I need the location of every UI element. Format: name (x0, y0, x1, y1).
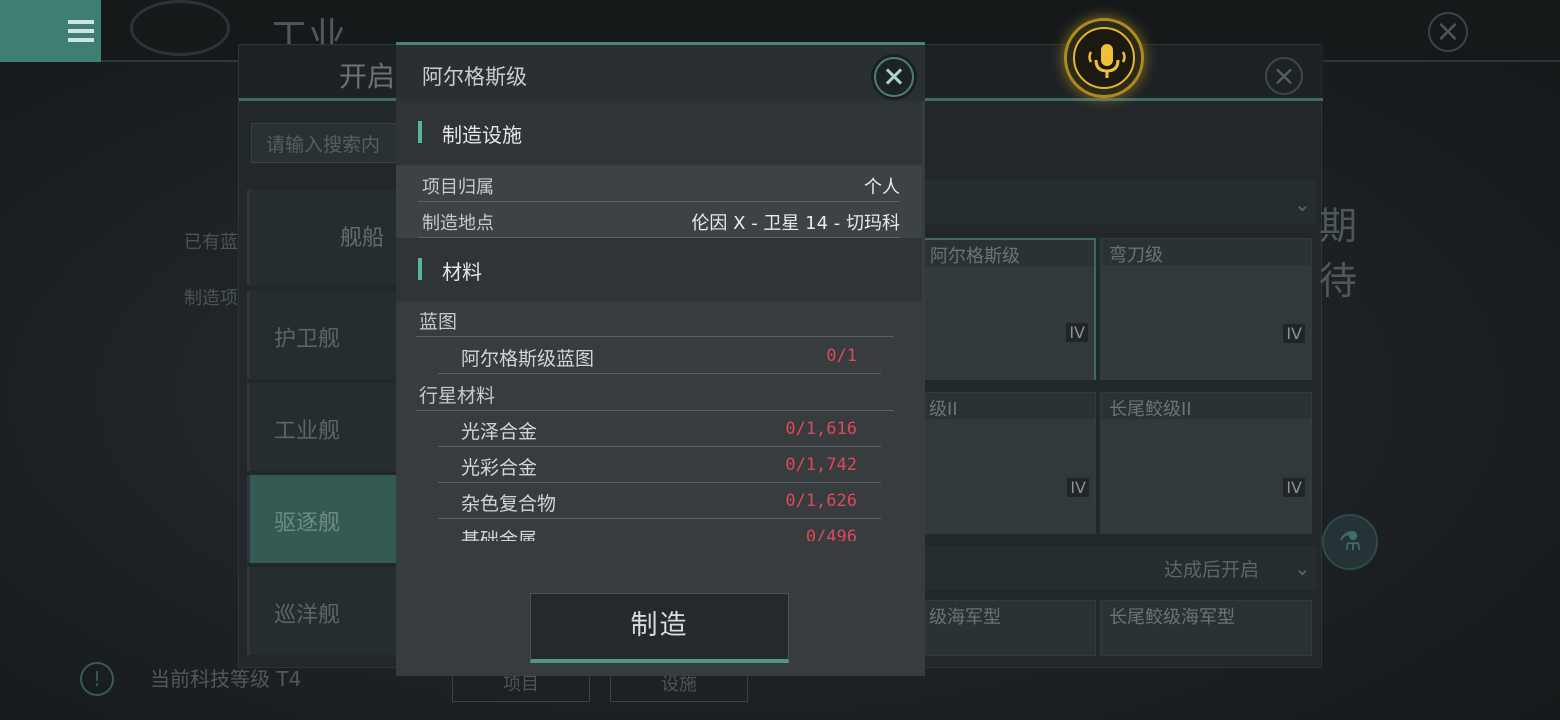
pending-label: 期待 (1319, 204, 1358, 303)
material-category: 蓝图 (416, 301, 894, 337)
chevron-down-icon: ⌄ (1294, 192, 1311, 216)
section-materials: 材料 (396, 238, 922, 302)
tier-badge: IV (1283, 478, 1305, 497)
tier-badge: IV (1067, 478, 1089, 497)
info-row-location[interactable]: 制造地点 伦因 X - 卫星 14 - 切玛科 (418, 202, 900, 238)
ship-image (1101, 265, 1311, 379)
section-facility: 制造设施 (396, 101, 922, 165)
side-label-production: 制造项 (184, 288, 238, 309)
chevron-down-icon: ⌄ (1294, 556, 1311, 580)
category-frigate[interactable]: 护卫舰 (247, 291, 397, 379)
industry-icon (130, 0, 230, 56)
panel-close-icon[interactable]: × (1265, 57, 1303, 95)
tech-level-info: ! 当前科技等级 T4 (80, 662, 301, 696)
materials-list[interactable]: 蓝图 阿尔格斯级蓝图 0/1 行星材料 光泽合金 0/1,616 光彩合金 0/… (396, 301, 922, 541)
voice-chat-button[interactable] (1064, 18, 1144, 98)
ship-card[interactable]: 弯刀级 IV (1100, 238, 1312, 380)
main-menu-button[interactable] (0, 0, 101, 62)
hamburger-icon (68, 20, 94, 42)
material-item: 光泽合金 0/1,616 (438, 411, 881, 447)
material-item: 杂色复合物 0/1,626 (438, 483, 881, 519)
material-category: 行星材料 (416, 375, 894, 411)
group-header[interactable]: ⌄ (924, 180, 1316, 224)
material-item: 阿尔格斯级蓝图 0/1 (438, 338, 881, 374)
info-icon: ! (80, 662, 114, 696)
top-close-icon[interactable]: × (1428, 12, 1468, 52)
section-title: 制造设施 (442, 123, 522, 147)
material-item: 光彩合金 0/1,742 (438, 447, 881, 483)
tier-badge: IV (1066, 323, 1088, 342)
research-icon[interactable]: ⚗ (1322, 514, 1378, 570)
side-label-blueprint: 已有蓝 (184, 232, 238, 253)
microphone-icon (1088, 44, 1126, 78)
panel-title: 开启 (339, 60, 396, 93)
ship-image (1101, 419, 1311, 533)
dialog-header: 阿尔格斯级 (396, 45, 925, 101)
blueprint-craft-dialog: 阿尔格斯级 制造设施 项目归属 个人 制造地点 伦因 X - 卫星 14 - 切… (396, 42, 925, 676)
ship-card[interactable]: 长尾鲛级海军型 (1100, 600, 1312, 656)
material-item: 基础金属 0/496 (438, 519, 881, 541)
category-industrial[interactable]: 工业舰 (247, 383, 397, 471)
unlock-hint: 达成后开启 (1164, 559, 1260, 581)
category-cruiser[interactable]: 巡洋舰 (247, 567, 397, 655)
close-icon[interactable] (874, 57, 914, 97)
craft-button[interactable]: 制造 (530, 593, 789, 663)
info-row-ownership: 项目归属 个人 (418, 166, 900, 202)
category-destroyer[interactable]: 驱逐舰 (247, 475, 397, 563)
ship-card[interactable]: 长尾鲛级II IV (1100, 392, 1312, 534)
category-ships[interactable]: 舰船 (247, 190, 397, 285)
dialog-title: 阿尔格斯级 (422, 65, 527, 89)
tier-badge: IV (1283, 324, 1305, 343)
section-title: 材料 (442, 260, 482, 284)
